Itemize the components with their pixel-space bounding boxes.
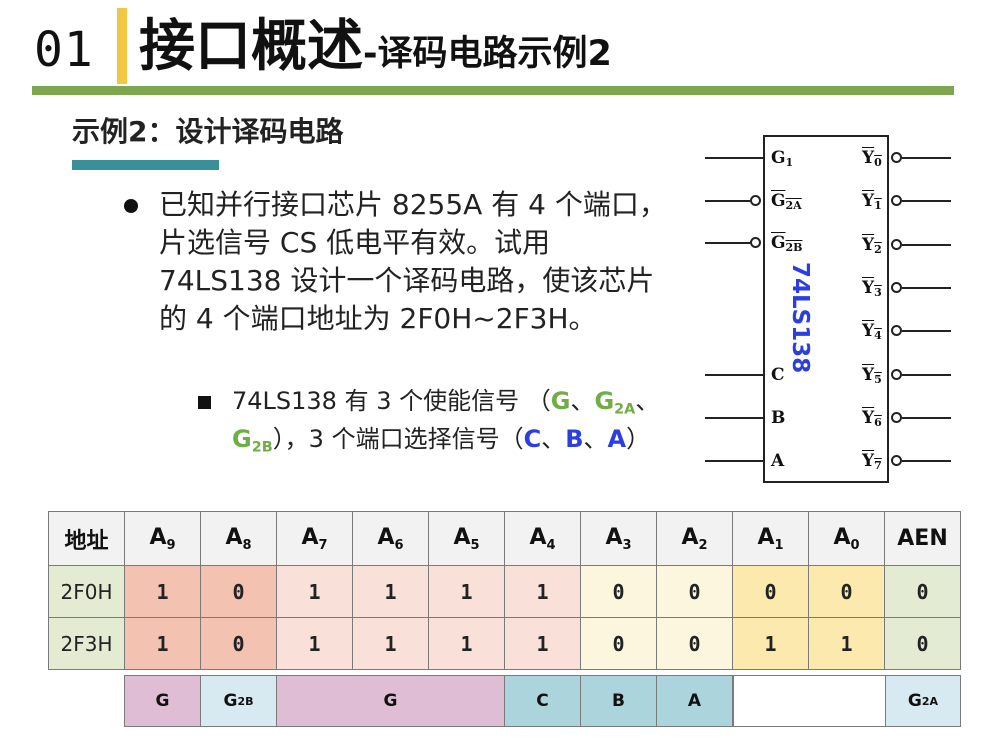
pin-label: Y5: [862, 364, 882, 386]
column-header: AEN: [884, 511, 961, 566]
subtitle-underline: [72, 160, 219, 170]
title-main: 接口概述: [139, 14, 363, 79]
bullet-dot-icon: [124, 199, 138, 213]
inversion-bubble-icon: [891, 152, 902, 163]
pin-line: [902, 243, 951, 246]
chip-name: 74LS138: [787, 262, 813, 374]
pin-label: Y6: [862, 407, 882, 429]
column-header: 地址: [48, 511, 125, 566]
column-header: A2: [656, 511, 733, 566]
pin-label: G2B: [771, 233, 803, 254]
pin-line: [902, 460, 951, 463]
title-sub: -译码电路示例2: [363, 34, 612, 74]
inversion-bubble-icon: [891, 238, 902, 250]
inversion-bubble-icon: [891, 411, 902, 423]
bit-cell: 1: [124, 617, 201, 670]
bit-cell: 1: [732, 617, 809, 670]
bit-cell: 1: [276, 617, 353, 670]
pin-line: [902, 373, 951, 376]
pin-label: G2A: [771, 191, 802, 212]
bullet-text: 已知并行接口芯片 8255A 有 4 个端口，片选信号 CS 低电平有效。试用 …: [159, 188, 667, 335]
pin-line: [705, 374, 763, 376]
bit-cell: 1: [504, 617, 581, 670]
bit-cell: 1: [428, 565, 505, 618]
signal-cell: G: [276, 675, 505, 727]
bit-cell: 0: [580, 617, 657, 670]
square-bullet-icon: [198, 396, 211, 409]
bit-cell: 0: [884, 617, 961, 670]
inversion-bubble-icon: [891, 325, 902, 337]
pin-line: [902, 416, 951, 419]
inversion-bubble-icon: [750, 237, 761, 248]
pin-line: [705, 157, 763, 159]
inversion-bubble-icon: [891, 455, 902, 467]
bit-cell: 1: [276, 565, 353, 618]
bit-cell: 0: [580, 565, 657, 618]
table-header-row: 地址 A9 A8 A7 A6 A5 A4 A3 A2 A1 A0 AEN: [48, 511, 961, 566]
column-header: A6: [352, 511, 429, 566]
bit-cell: 0: [200, 565, 277, 618]
bit-cell: 1: [808, 617, 885, 670]
blank-cell: [733, 675, 961, 727]
bit-cell: 0: [200, 617, 277, 670]
pin-line: [705, 242, 750, 244]
pin-label: G1: [771, 148, 794, 169]
example-subtitle: 示例2：设计译码电路: [72, 115, 344, 148]
pin-label: Y7: [862, 451, 882, 473]
column-header: A8: [200, 511, 277, 566]
signal-cell: C: [504, 675, 581, 727]
row-address-label: 2F3H: [48, 617, 125, 670]
sub-bullet-text: 74LS138 有 3 个使能信号 （G、G2A、G2B），3 个端口选择信号（…: [232, 387, 660, 456]
column-header: A5: [428, 511, 505, 566]
pin-line: [902, 330, 951, 333]
bit-cell: 1: [504, 565, 581, 618]
inversion-bubble-icon: [891, 195, 902, 207]
signal-cell: B: [580, 675, 657, 727]
bit-cell: 1: [428, 617, 505, 670]
pin-label: Y2: [862, 234, 882, 256]
pin-label: A: [771, 451, 785, 471]
inversion-bubble-icon: [891, 281, 902, 293]
signal-cell: G 2B: [200, 675, 277, 727]
pin-label: Y4: [862, 321, 882, 343]
column-header: A3: [580, 511, 657, 566]
pin-line: [705, 460, 763, 462]
bit-cell: 0: [656, 565, 733, 618]
pin-line: [705, 200, 750, 202]
pin-line: [902, 157, 951, 159]
bit-cell: 0: [884, 565, 961, 618]
bit-cell: 0: [808, 565, 885, 618]
signal-cell: G: [124, 675, 201, 727]
row-address-label: 2F0H: [48, 565, 125, 618]
column-header: A1: [732, 511, 809, 566]
bit-cell: 1: [124, 565, 201, 618]
bit-cell: 1: [352, 565, 429, 618]
signal-cell: A: [656, 675, 733, 727]
inversion-bubble-icon: [750, 195, 761, 206]
pin-line: [705, 417, 763, 419]
page-title: 接口概述-译码电路示例2: [139, 10, 612, 91]
section-number: 01: [34, 22, 94, 78]
column-header: A7: [276, 511, 353, 566]
pin-label: Y3: [862, 277, 882, 299]
inversion-bubble-icon: [891, 368, 902, 380]
accent-bar: [117, 8, 127, 84]
column-header: A9: [124, 511, 201, 566]
bit-cell: 0: [732, 565, 809, 618]
pin-label: Y1: [862, 191, 882, 213]
pin-label: B: [771, 408, 786, 428]
table-row: 2F3H 1 0 1 1 1 1 0 0 1 1 0: [48, 617, 961, 670]
pin-label: C: [771, 365, 785, 385]
pin-line: [902, 286, 951, 289]
bit-cell: 0: [656, 617, 733, 670]
pin-label: Y0: [862, 148, 882, 169]
bit-cell: 1: [352, 617, 429, 670]
address-table: 地址 A9 A8 A7 A6 A5 A4 A3 A2 A1 A0 AEN 2F0H 1 0 1 1 1 1 0 0 0 0 0…: [48, 511, 961, 670]
header-divider: [32, 86, 954, 95]
table-row: 2F0H 1 0 1 1 1 1 0 0 0 0 0: [48, 565, 961, 618]
pin-line: [902, 200, 951, 203]
column-header: A0: [808, 511, 885, 566]
column-header: A4: [504, 511, 581, 566]
